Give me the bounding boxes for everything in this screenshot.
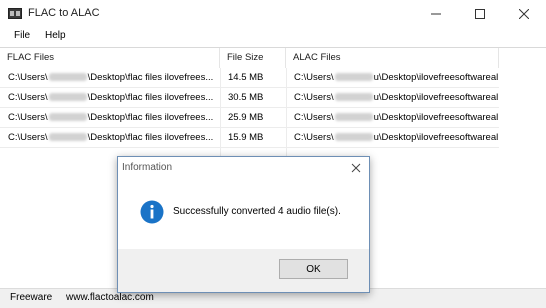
maximize-button[interactable]	[458, 0, 502, 28]
table-row[interactable]: C:\Users\ \Desktop\flac files ilovefrees.…	[0, 128, 546, 147]
dialog-message: Successfully converted 4 audio file(s).	[173, 206, 341, 217]
status-freeware: Freeware	[10, 292, 53, 303]
column-header-alac-files[interactable]: ALAC Files	[286, 48, 499, 68]
file-size-cell: 14.5 MB	[228, 72, 264, 83]
redacted-username	[48, 93, 87, 102]
alac-path-cell: C:\Users\ u\Desktop\ilovefreesoftwareal..…	[294, 72, 499, 83]
redacted-username	[334, 73, 373, 82]
alac-path-cell: C:\Users\ u\Desktop\ilovefreesoftwareal..…	[294, 132, 499, 143]
redacted-username	[48, 113, 87, 122]
redacted-username	[48, 73, 87, 82]
file-size-cell: 30.5 MB	[228, 92, 264, 103]
redacted-username	[334, 113, 373, 122]
ok-button[interactable]: OK	[279, 259, 348, 279]
minimize-button[interactable]	[414, 0, 458, 28]
flac-path-cell: C:\Users\ \Desktop\flac files ilovefrees.…	[8, 112, 214, 123]
status-website-link[interactable]: www.flactoalac.com	[66, 292, 154, 303]
column-header-empty	[499, 48, 546, 68]
window-title: FLAC to ALAC	[28, 7, 100, 19]
menu-bar: File Help	[0, 28, 546, 46]
dialog-close-button[interactable]	[348, 160, 364, 176]
close-button[interactable]	[502, 0, 546, 28]
alac-path-cell: C:\Users\ u\Desktop\ilovefreesoftwareal..…	[294, 112, 499, 123]
column-header-file-size[interactable]: File Size	[220, 48, 286, 68]
app-icon	[8, 8, 22, 19]
column-header-flac-files[interactable]: FLAC Files	[0, 48, 220, 68]
redacted-username	[48, 133, 87, 142]
flac-path-cell: C:\Users\ \Desktop\flac files ilovefrees.…	[8, 132, 214, 143]
information-dialog: Information Successfully converted 4 aud…	[117, 156, 370, 293]
table-row[interactable]: C:\Users\ \Desktop\flac files ilovefrees.…	[0, 108, 546, 127]
menu-file[interactable]: File	[14, 30, 30, 41]
flac-path-cell: C:\Users\ \Desktop\flac files ilovefrees.…	[8, 72, 214, 83]
file-size-cell: 15.9 MB	[228, 132, 264, 143]
file-size-cell: 25.9 MB	[228, 112, 264, 123]
row-divider	[0, 147, 499, 148]
dialog-title: Information	[122, 162, 173, 173]
redacted-username	[334, 93, 373, 102]
dialog-body: Successfully converted 4 audio file(s).	[118, 185, 369, 249]
menu-help[interactable]: Help	[45, 30, 66, 41]
info-icon	[140, 200, 164, 224]
flac-path-cell: C:\Users\ \Desktop\flac files ilovefrees.…	[8, 92, 214, 103]
alac-path-cell: C:\Users\ u\Desktop\ilovefreesoftwareal..…	[294, 92, 499, 103]
dialog-footer: OK	[118, 249, 369, 292]
title-bar[interactable]: FLAC to ALAC	[0, 0, 546, 28]
table-row[interactable]: C:\Users\ \Desktop\flac files ilovefrees.…	[0, 88, 546, 107]
redacted-username	[334, 133, 373, 142]
list-header: FLAC Files File Size ALAC Files	[0, 48, 546, 68]
table-row[interactable]: C:\Users\ \Desktop\flac files ilovefrees.…	[0, 68, 546, 87]
